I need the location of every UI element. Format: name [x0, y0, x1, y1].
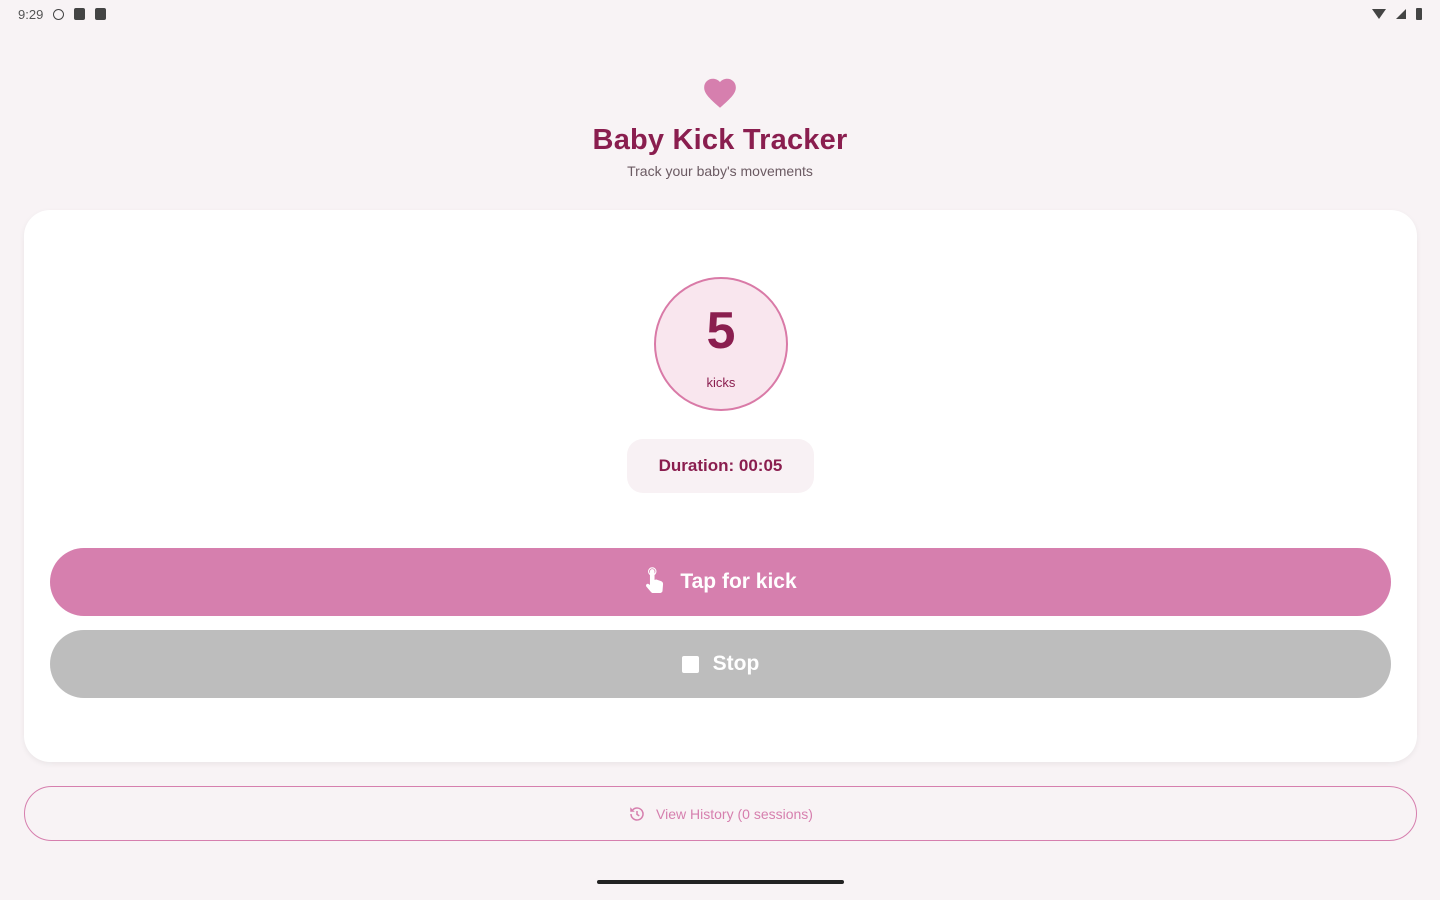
kick-counter: 5 kicks [654, 277, 788, 411]
heart-icon [704, 78, 736, 108]
status-time: 9:29 [18, 6, 44, 22]
stop-icon [681, 655, 699, 673]
battery-icon [1416, 8, 1422, 20]
status-bar: 9:29 [0, 0, 1440, 28]
gesture-nav-handle[interactable] [597, 880, 844, 884]
tap-for-kick-button[interactable]: Tap for kick [50, 548, 1391, 616]
stop-button[interactable]: Stop [50, 630, 1391, 698]
sync-icon [53, 8, 65, 20]
touch-hand-icon [646, 567, 664, 593]
view-history-label: View History (0 sessions) [656, 805, 813, 822]
app-subtitle: Track your baby's movements [627, 163, 813, 179]
signal-icon [1396, 9, 1406, 19]
tap-for-kick-label: Tap for kick [680, 570, 797, 593]
status-bar-right [1372, 8, 1422, 20]
history-icon [630, 806, 644, 821]
wifi-icon [1372, 9, 1386, 19]
app-title: Baby Kick Tracker [592, 124, 848, 156]
sim-icon [74, 8, 86, 20]
kick-count: 5 [706, 301, 736, 360]
stop-label: Stop [712, 652, 760, 675]
app-header: Baby Kick Tracker Track your baby's move… [0, 74, 1440, 179]
kick-unit-label: kicks [706, 374, 736, 390]
duration-display: Duration: 00:05 [627, 439, 814, 493]
view-history-button[interactable]: View History (0 sessions) [24, 786, 1417, 841]
status-bar-left: 9:29 [18, 6, 107, 22]
tracker-card: 5 kicks Duration: 00:05 Tap for kick Sto… [24, 210, 1417, 762]
notification-icon [95, 8, 107, 20]
